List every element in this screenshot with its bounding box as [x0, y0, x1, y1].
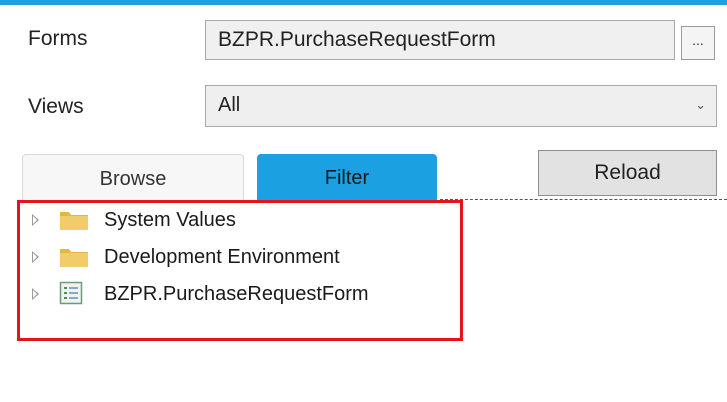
- tree-node-label: BZPR.PurchaseRequestForm: [104, 283, 369, 305]
- views-selected-value: All: [218, 94, 241, 116]
- form-icon: [59, 281, 83, 305]
- folder-icon: [60, 249, 88, 267]
- expand-arrow-icon[interactable]: [32, 214, 39, 226]
- forms-browse-button[interactable]: ...: [681, 26, 715, 60]
- forms-label: Forms: [28, 27, 88, 50]
- views-label: Views: [28, 95, 84, 118]
- expand-arrow-icon[interactable]: [32, 288, 39, 300]
- chevron-down-icon: ⌄: [695, 97, 706, 112]
- expand-arrow-icon[interactable]: [32, 251, 39, 263]
- tree-node-label: Development Environment: [104, 246, 340, 268]
- tab-filter[interactable]: Filter: [257, 154, 437, 200]
- tab-browse[interactable]: Browse: [22, 154, 244, 200]
- tree-node-label: System Values: [104, 209, 236, 231]
- top-accent-bar: [0, 0, 727, 5]
- reload-button[interactable]: Reload: [538, 150, 717, 196]
- folder-icon: [60, 212, 88, 230]
- views-dropdown[interactable]: All ⌄: [205, 85, 717, 127]
- divider: [440, 199, 727, 200]
- forms-field[interactable]: BZPR.PurchaseRequestForm: [205, 20, 675, 60]
